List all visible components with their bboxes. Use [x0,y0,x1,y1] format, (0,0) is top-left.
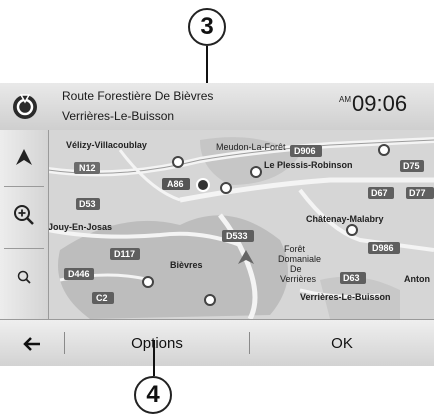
callout-4: 4 [134,376,172,414]
road-shield-d63: D63 [340,272,366,284]
forest-label-4: Verrières [280,274,317,284]
north-up-button[interactable] [4,138,44,176]
svg-text:D63: D63 [343,273,360,283]
place-chatenay: Châtenay-Malabry [306,214,384,224]
back-arrow-icon [23,336,40,351]
map-view[interactable]: N12 A86 D906 D75 D67 D77 D53 D533 D117 D… [0,130,434,319]
cursor-marker [196,178,210,192]
road-shield-d533: D533 [222,230,254,242]
zoom-out-icon [17,270,31,284]
road-shield-d67: D67 [368,187,394,199]
forest-label-3: De [290,264,302,274]
divider [4,248,44,249]
svg-text:D446: D446 [68,269,90,279]
svg-text:D533: D533 [226,231,248,241]
place-verrieres-buisson: Verrières-Le-Buisson [300,292,391,302]
map-controls [0,130,49,319]
poi-marker [378,144,390,156]
forest-label-2: Domaniale [278,254,321,264]
footer-bar: Options OK [0,319,434,366]
callout-3: 3 [188,8,226,46]
road-shield-a86: A86 [162,178,190,190]
svg-text:D53: D53 [79,199,96,209]
divider [4,186,44,187]
zoom-in-icon [14,205,34,225]
poi-marker [204,294,216,306]
svg-text:D117: D117 [114,249,135,259]
poi-marker [172,156,184,168]
poi-marker [220,182,232,194]
road-shield-d906: D906 [290,145,322,157]
clock: 09:06 [352,91,408,116]
current-street: Route Forestière De Bièvres [62,89,214,103]
svg-text:D75: D75 [403,161,420,171]
svg-text:D67: D67 [371,188,388,198]
place-meudon: Meudon-La-Forêt [216,142,286,152]
svg-text:D986: D986 [372,243,394,253]
back-button[interactable] [0,320,64,366]
road-shield-d77: D77 [406,187,434,199]
svg-text:A86: A86 [167,179,184,189]
header-bar: Route Forestière De Bièvres Verrières-Le… [0,83,434,131]
poi-marker [142,276,154,288]
place-plessis: Le Plessis-Robinson [264,160,353,170]
svg-text:N12: N12 [79,163,96,173]
place-jouy: Jouy-En-Josas [48,222,112,232]
ok-button[interactable]: OK [250,320,434,366]
current-city: Verrières-Le-Buisson [62,109,175,123]
navigation-screen: Route Forestière De Bièvres Verrières-Le… [0,83,434,366]
options-button[interactable]: Options [65,320,249,366]
zoom-out-button[interactable] [4,258,44,296]
clock-ampm: AM [339,95,351,104]
road-shield-d446: D446 [64,268,94,280]
svg-text:C2: C2 [96,293,108,303]
road-shield-c2: C2 [92,292,114,304]
road-shield-d117: D117 [110,248,140,260]
svg-text:D906: D906 [294,146,316,156]
north-arrow-icon [16,149,32,165]
poi-marker [250,166,262,178]
place-bievres: Bièvres [170,260,203,270]
zoom-in-button[interactable] [4,196,44,234]
poi-marker [346,224,358,236]
callout-4-leader [153,340,155,376]
place-velizy: Vélizy-Villacoublay [66,140,147,150]
road-shield-d986: D986 [368,242,400,254]
forest-label-1: Forêt [284,244,306,254]
svg-text:D77: D77 [409,188,426,198]
road-shield-d75: D75 [400,160,424,172]
road-shield-d53: D53 [76,198,100,210]
place-anton: Anton [404,274,430,284]
destination-flag-icon [13,94,37,119]
road-shield-n12: N12 [74,162,100,174]
